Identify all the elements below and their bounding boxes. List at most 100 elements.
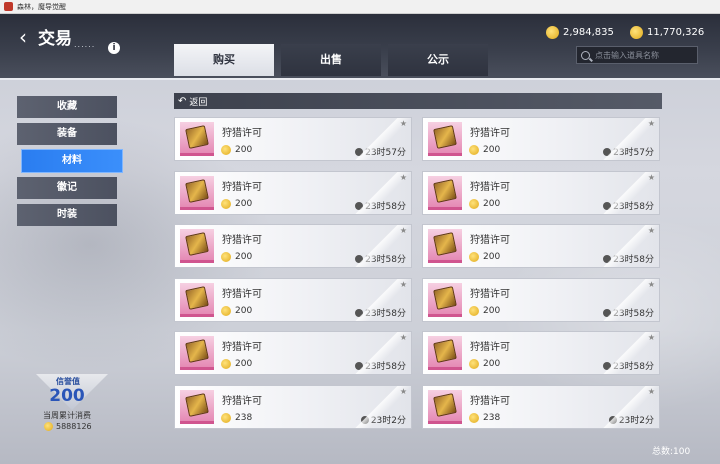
item-card[interactable]: ★ 狩猎许可 238 23时2分 [422,385,660,429]
item-price: 200 [221,199,252,209]
time-value: 23时58分 [365,255,406,265]
item-card[interactable]: ★ 狩猎许可 200 23时57分 [174,117,412,161]
item-icon [428,390,462,424]
price-value: 200 [235,359,253,369]
item-price: 200 [221,145,252,155]
sidebar-item-favorites[interactable]: 收藏 [17,96,117,118]
item-name: 狩猎许可 [222,289,262,300]
hunting-license-icon [185,179,209,203]
return-button[interactable]: ↶ 返回 [174,93,662,109]
sidebar-item-materials[interactable]: 材料 [22,150,122,172]
search-icon[interactable] [581,50,590,60]
item-name: 狩猎许可 [222,182,262,193]
time-value: 23时58分 [365,309,406,319]
coin-icon [221,306,231,316]
weekly-spend-value: 5888126 [56,422,92,431]
clock-icon [355,254,364,263]
favorite-star-icon[interactable]: ★ [400,173,407,182]
time-value: 23时58分 [613,202,654,212]
favorite-star-icon[interactable]: ★ [648,119,655,128]
item-card[interactable]: ★ 狩猎许可 200 23时58分 [174,331,412,375]
coin-icon [221,145,231,155]
item-time: 23时58分 [355,359,406,372]
hunting-license-icon [185,125,209,149]
hunting-license-icon [433,393,457,417]
favorite-star-icon[interactable]: ★ [648,387,655,396]
item-price: 200 [469,306,500,316]
clock-icon [603,361,612,370]
favorite-star-icon[interactable]: ★ [400,333,407,342]
clock-icon [603,147,612,156]
gold-amount: 2,984,835 [563,27,614,38]
time-value: 23时58分 [365,362,406,372]
sidebar-item-emblems[interactable]: 徽记 [17,177,117,199]
favorite-star-icon[interactable]: ★ [400,280,407,289]
favorite-star-icon[interactable]: ★ [648,333,655,342]
search-input[interactable] [595,50,695,60]
coin-icon [469,306,479,316]
item-time: 23时57分 [603,145,654,158]
item-card[interactable]: ★ 狩猎许可 200 23时58分 [174,171,412,215]
item-card[interactable]: ★ 狩猎许可 200 23时58分 [422,224,660,268]
item-price: 200 [469,252,500,262]
item-name: 狩猎许可 [222,396,262,407]
info-icon[interactable]: i [108,42,120,54]
price-value: 200 [235,306,253,316]
favorite-star-icon[interactable]: ★ [648,226,655,235]
time-value: 23时2分 [618,416,654,426]
price-value: 200 [235,145,253,155]
silver-currency: 11,770,326 [630,26,704,39]
item-name: 狩猎许可 [222,342,262,353]
item-time: 23时58分 [355,252,406,265]
time-value: 23时58分 [613,255,654,265]
search-box[interactable] [576,46,698,64]
item-time: 23时58分 [603,252,654,265]
item-name: 狩猎许可 [470,182,510,193]
tab-sell[interactable]: 出售 [281,44,381,76]
coin-icon [469,359,479,369]
clock-icon [355,147,364,156]
clock-icon [608,415,617,424]
sidebar-item-equipment[interactable]: 装备 [17,123,117,145]
item-time: 23时58分 [603,306,654,319]
favorite-star-icon[interactable]: ★ [648,173,655,182]
price-value: 200 [235,199,253,209]
item-price: 200 [469,199,500,209]
tab-notice[interactable]: 公示 [388,44,488,76]
favorite-star-icon[interactable]: ★ [400,119,407,128]
item-icon [180,283,214,317]
time-value: 23时57分 [613,148,654,158]
item-card[interactable]: ★ 狩猎许可 200 23时58分 [174,224,412,268]
item-card[interactable]: ★ 狩猎许可 200 23时58分 [422,331,660,375]
item-card[interactable]: ★ 狩猎许可 200 23时58分 [422,278,660,322]
coin-icon [221,413,231,423]
tab-buy[interactable]: 购买 [174,44,274,76]
item-time: 23时57分 [355,145,406,158]
item-price: 200 [221,306,252,316]
silver-amount: 11,770,326 [647,27,705,38]
time-value: 23时58分 [613,362,654,372]
time-value: 23时58分 [613,309,654,319]
item-icon [428,122,462,156]
back-button[interactable]: ‹ [12,26,34,48]
hunting-license-icon [433,286,457,310]
time-value: 23时2分 [370,416,406,426]
item-icon [180,229,214,263]
price-value: 238 [483,413,501,423]
item-price: 238 [469,413,500,423]
favorite-star-icon[interactable]: ★ [400,226,407,235]
item-card[interactable]: ★ 狩猎许可 200 23时58分 [174,278,412,322]
item-icon [428,176,462,210]
favorite-star-icon[interactable]: ★ [400,387,407,396]
item-card[interactable]: ★ 狩猎许可 200 23时57分 [422,117,660,161]
item-card[interactable]: ★ 狩猎许可 238 23时2分 [174,385,412,429]
item-time: 23时2分 [608,413,654,426]
item-name: 狩猎许可 [222,235,262,246]
item-name: 狩猎许可 [470,235,510,246]
title-dots: ...... [74,40,96,49]
item-card[interactable]: ★ 狩猎许可 200 23时58分 [422,171,660,215]
favorite-star-icon[interactable]: ★ [648,280,655,289]
coin-icon [469,413,479,423]
sidebar-item-fashion[interactable]: 时装 [17,204,117,226]
price-value: 200 [483,252,501,262]
